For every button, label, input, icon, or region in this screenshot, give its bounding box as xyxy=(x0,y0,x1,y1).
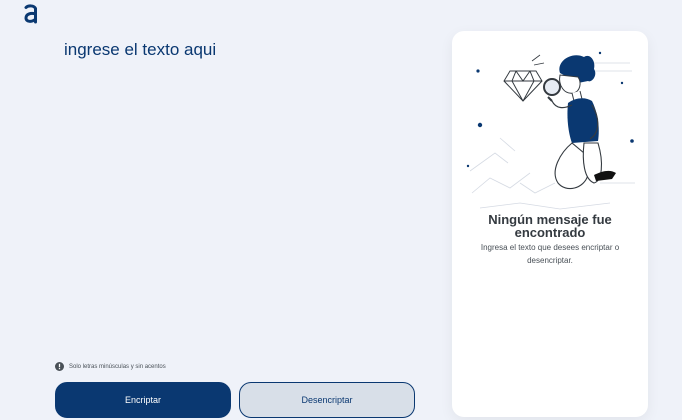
no-message-title: Ningún mensaje fue encontrado xyxy=(452,213,648,239)
encrypt-button[interactable]: Encriptar xyxy=(55,382,231,418)
output-panel: Ningún mensaje fue encontrado Ingresa el… xyxy=(452,31,648,417)
alura-logo-icon[interactable] xyxy=(20,2,44,26)
info-icon xyxy=(55,362,64,371)
hint-message: Solo letras minúsculas y sin acentos xyxy=(55,362,166,371)
message-input[interactable] xyxy=(64,40,404,340)
decrypt-button-label: Desencriptar xyxy=(301,395,353,405)
hint-text: Solo letras minúsculas y sin acentos xyxy=(69,363,166,370)
encrypt-button-label: Encriptar xyxy=(124,395,161,405)
no-message-description: Ingresa el texto que desees encriptar o … xyxy=(480,243,620,265)
decrypt-button[interactable]: Desencriptar xyxy=(239,382,415,418)
person-with-magnifying-glass-illustration xyxy=(466,51,635,210)
no-message-title-line2: encontrado xyxy=(514,225,586,240)
